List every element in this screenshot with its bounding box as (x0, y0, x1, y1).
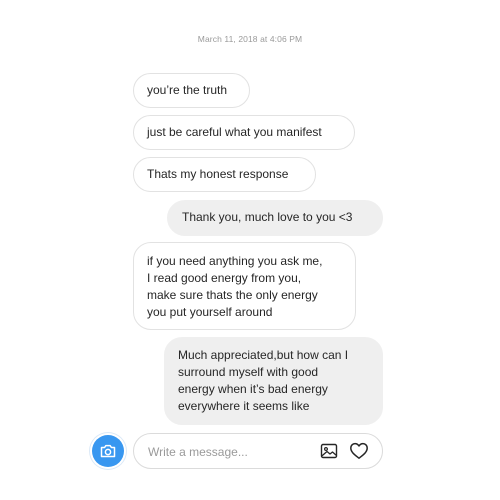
gallery-button[interactable] (318, 440, 340, 462)
heart-icon (349, 442, 369, 460)
camera-button[interactable] (92, 435, 124, 467)
message-bubble-received[interactable]: you’re the truth (133, 73, 250, 108)
message-thread: March 11, 2018 at 4:06 PM you’re the tru… (0, 0, 500, 500)
image-icon (320, 442, 338, 460)
message-input[interactable] (146, 442, 310, 462)
message-bubble-sent[interactable]: Thank you, much love to you <3 (167, 200, 383, 236)
message-composer (133, 433, 383, 469)
message-bubble-sent[interactable]: Much appreciated,but how can I surround … (164, 337, 383, 425)
thread-timestamp: March 11, 2018 at 4:06 PM (197, 34, 303, 44)
message-bubble-received[interactable]: Thats my honest response (133, 157, 316, 192)
like-button[interactable] (348, 440, 370, 462)
message-bubble-received[interactable]: just be careful what you manifest (133, 115, 355, 150)
camera-icon (100, 444, 116, 458)
message-bubble-received[interactable]: if you need anything you ask me, I read … (133, 242, 356, 330)
